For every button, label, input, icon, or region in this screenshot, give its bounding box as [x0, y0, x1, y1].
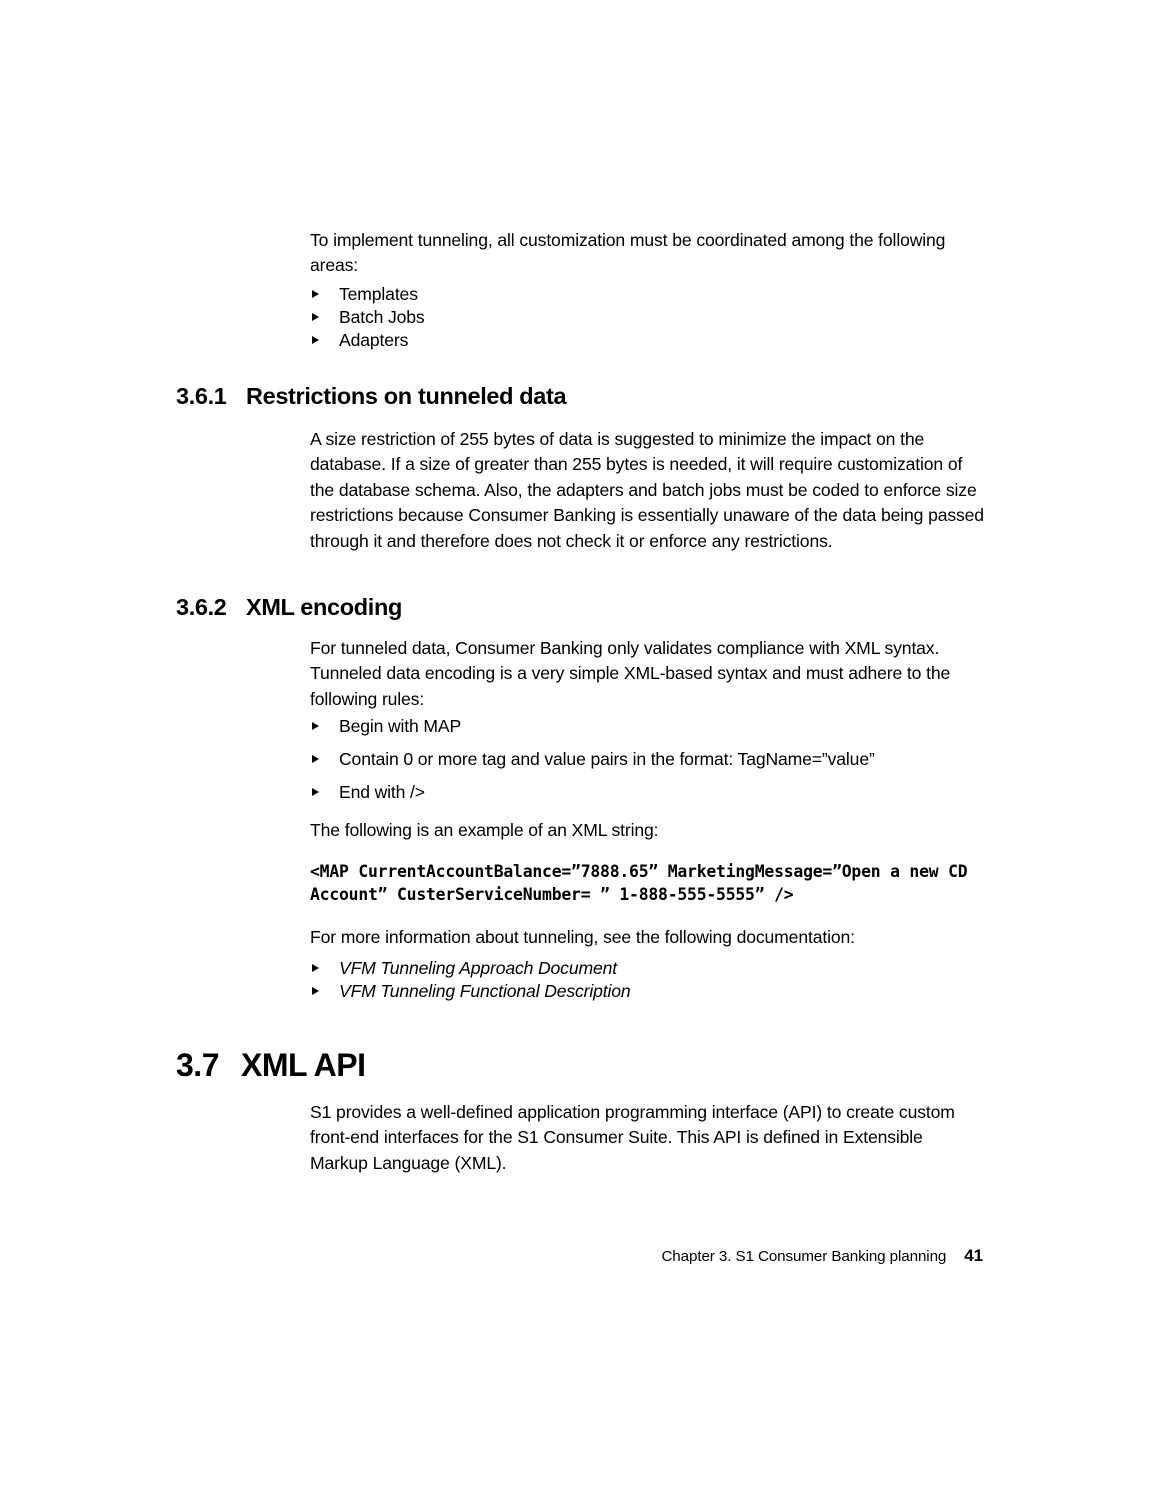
list-item: End with />: [310, 776, 1000, 809]
footer-page-number: 41: [964, 1246, 983, 1265]
section-title: XML encoding: [246, 594, 402, 620]
xml-rules-list: Begin with MAP Contain 0 or more tag and…: [310, 710, 1000, 809]
triangle-bullet-icon: [312, 313, 319, 321]
footer-chapter-text: Chapter 3. S1 Consumer Banking planning: [661, 1248, 947, 1265]
list-item-label: VFM Tunneling Functional Description: [339, 981, 631, 1001]
list-item-label: Contain 0 or more tag and value pairs in…: [339, 749, 875, 769]
intro-bullet-list: Templates Batch Jobs Adapters: [310, 283, 1000, 352]
list-item: Begin with MAP: [310, 710, 1000, 743]
list-item-label: Begin with MAP: [339, 716, 462, 736]
xml-code-example: <MAP CurrentAccountBalance=”7888.65” Mar…: [310, 862, 978, 904]
section-3-7-paragraph: S1 provides a well-defined application p…: [310, 1102, 955, 1173]
list-item-label: End with />: [339, 782, 425, 802]
section-heading-3-6-1: 3.6.1 Restrictions on tunneled data: [176, 383, 567, 410]
list-item-label: Batch Jobs: [339, 307, 425, 327]
list-item: Contain 0 or more tag and value pairs in…: [310, 743, 1000, 776]
documentation-lead-paragraph: For more information about tunneling, se…: [310, 927, 855, 947]
section-number: 3.7: [176, 1047, 219, 1083]
triangle-bullet-icon: [312, 336, 319, 344]
section-title: Restrictions on tunneled data: [246, 383, 567, 409]
list-item: Templates: [310, 283, 1000, 306]
list-item-label: Templates: [339, 284, 418, 304]
list-item: VFM Tunneling Approach Document: [310, 957, 1000, 980]
list-item: Adapters: [310, 329, 1000, 352]
list-item-label: Adapters: [339, 330, 409, 350]
triangle-bullet-icon: [312, 722, 319, 730]
triangle-bullet-icon: [312, 788, 319, 796]
triangle-bullet-icon: [312, 987, 319, 995]
list-item: VFM Tunneling Functional Description: [310, 980, 1000, 1003]
triangle-bullet-icon: [312, 290, 319, 298]
section-number: 3.6.1: [176, 383, 227, 409]
triangle-bullet-icon: [312, 755, 319, 763]
list-item: Batch Jobs: [310, 306, 1000, 329]
section-heading-3-7: 3.7 XML API: [176, 1047, 366, 1084]
section-number: 3.6.2: [176, 594, 227, 620]
section-3-6-2-paragraph: For tunneled data, Consumer Banking only…: [310, 638, 951, 709]
document-page: To implement tunneling, all customizatio…: [0, 0, 1159, 1500]
footer-content: Chapter 3. S1 Consumer Banking planning 4…: [661, 1246, 983, 1266]
triangle-bullet-icon: [312, 964, 319, 972]
documentation-list: VFM Tunneling Approach Document VFM Tunn…: [310, 957, 1000, 1003]
section-3-6-1-paragraph: A size restriction of 255 bytes of data …: [310, 429, 984, 551]
section-heading-3-6-2: 3.6.2 XML encoding: [176, 594, 402, 621]
list-item-label: VFM Tunneling Approach Document: [339, 958, 617, 978]
intro-paragraph: To implement tunneling, all customizatio…: [310, 230, 946, 276]
page-footer: Chapter 3. S1 Consumer Banking planning 4…: [0, 1246, 1159, 1500]
example-lead-paragraph: The following is an example of an XML st…: [310, 820, 659, 840]
section-title: XML API: [241, 1047, 366, 1083]
